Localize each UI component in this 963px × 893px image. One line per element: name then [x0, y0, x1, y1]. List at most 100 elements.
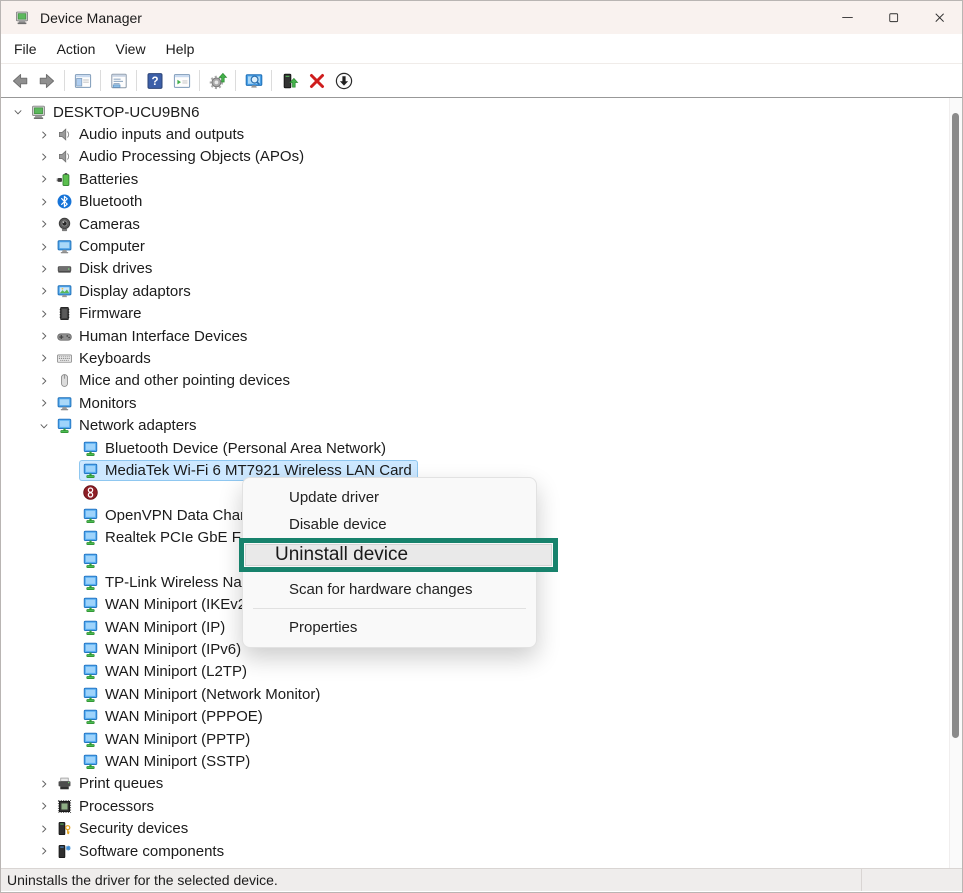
tree-item-computer[interactable]: Computer — [1, 235, 962, 257]
chevron-right-icon[interactable] — [35, 327, 53, 345]
tree-item-label: Firmware — [79, 305, 142, 322]
menubar-item-view[interactable]: View — [105, 37, 155, 61]
tree-item-content: Keyboards — [54, 349, 156, 368]
chevron-right-icon[interactable] — [35, 797, 53, 815]
chevron-placeholder — [61, 529, 79, 547]
tree-item-label: OpenVPN Data Chann — [105, 507, 257, 524]
tree-item-keyboards[interactable]: Keyboards — [1, 347, 962, 369]
tree-item-label: Mice and other pointing devices — [79, 372, 290, 389]
tree-item-wan-miniport-pptp[interactable]: WAN Miniport (PPTP) — [1, 728, 962, 750]
chevron-placeholder — [61, 484, 79, 502]
chevron-right-icon[interactable] — [35, 126, 53, 144]
toolbar-forward-button[interactable] — [33, 67, 60, 94]
menubar-item-help[interactable]: Help — [156, 37, 205, 61]
toolbar-show-console-tree-button[interactable] — [69, 67, 96, 94]
tree-item-content: WAN Miniport (Network Monitor) — [80, 685, 325, 704]
chevron-placeholder — [61, 685, 79, 703]
chevron-right-icon[interactable] — [35, 260, 53, 278]
context-menu-item-uninstall-device[interactable]: Uninstall device — [245, 544, 552, 566]
software-icon — [56, 843, 73, 860]
window-caption-buttons — [824, 1, 962, 34]
toolbar-scan-hardware-changes-button[interactable] — [240, 67, 267, 94]
chevron-right-icon[interactable] — [35, 170, 53, 188]
tree-item-display-adaptors[interactable]: Display adaptors — [1, 280, 962, 302]
tree-item-software-components[interactable]: Software components — [1, 840, 962, 862]
tree-item-content: WAN Miniport (SSTP) — [80, 752, 255, 771]
tree-item-disk-drives[interactable]: Disk drives — [1, 258, 962, 280]
context-menu-item-disable-device[interactable]: Disable device — [243, 511, 536, 538]
tree-item-human-interface-devices[interactable]: Human Interface Devices — [1, 325, 962, 347]
tree-item-network-adapters[interactable]: Network adapters — [1, 414, 962, 436]
chevron-right-icon[interactable] — [35, 238, 53, 256]
chevron-right-icon[interactable] — [35, 394, 53, 412]
tree-item-audio-inputs-and-outputs[interactable]: Audio inputs and outputs — [1, 123, 962, 145]
scrollbar-thumb[interactable] — [952, 113, 959, 738]
tree-item-wan-miniport-sstp[interactable]: WAN Miniport (SSTP) — [1, 750, 962, 772]
chevron-down-icon[interactable] — [9, 103, 27, 121]
tree-item-bluetooth-device-personal-area-network[interactable]: Bluetooth Device (Personal Area Network) — [1, 437, 962, 459]
tree-item-wan-miniport-pppoe[interactable]: WAN Miniport (PPPOE) — [1, 706, 962, 728]
tree-item-mice-and-other-pointing-devices[interactable]: Mice and other pointing devices — [1, 370, 962, 392]
tree-item-content — [80, 551, 110, 570]
tree-item-label: Computer — [79, 238, 145, 255]
chevron-right-icon[interactable] — [35, 349, 53, 367]
tree-item-wan-miniport-network-monitor[interactable]: WAN Miniport (Network Monitor) — [1, 683, 962, 705]
tree-item-monitors[interactable]: Monitors — [1, 392, 962, 414]
tree-item-label: WAN Miniport (PPTP) — [105, 731, 250, 748]
context-menu-item-scan-for-hardware-changes[interactable]: Scan for hardware changes — [243, 576, 536, 603]
toolbar-update-driver-button[interactable] — [204, 67, 231, 94]
vertical-scrollbar[interactable] — [949, 98, 962, 868]
context-menu: Update driverDisable deviceUninstall dev… — [242, 477, 537, 648]
minimize-button[interactable] — [824, 1, 870, 34]
close-button[interactable] — [916, 1, 962, 34]
tree-item-content: WAN Miniport (L2TP) — [80, 662, 252, 681]
chevron-down-icon[interactable] — [35, 417, 53, 435]
tree-item-content: Print queues — [54, 774, 168, 793]
chevron-right-icon[interactable] — [35, 193, 53, 211]
tree-item-desktop-ucu9bn6[interactable]: DESKTOP-UCU9BN6 — [1, 101, 962, 123]
chevron-right-icon[interactable] — [35, 305, 53, 323]
tree-item-security-devices[interactable]: Security devices — [1, 818, 962, 840]
tree-item-batteries[interactable]: Batteries — [1, 168, 962, 190]
chevron-right-icon[interactable] — [35, 820, 53, 838]
chevron-right-icon[interactable] — [35, 215, 53, 233]
tree-item-content: WAN Miniport (IP) — [80, 618, 230, 637]
tree-item-processors[interactable]: Processors — [1, 795, 962, 817]
chev-down-icon — [38, 420, 50, 432]
tree-item-wan-miniport-l2tp[interactable]: WAN Miniport (L2TP) — [1, 661, 962, 683]
chevron-right-icon[interactable] — [35, 148, 53, 166]
maximize-icon — [886, 10, 901, 25]
chevron-right-icon[interactable] — [35, 842, 53, 860]
toolbar-help-button[interactable] — [141, 67, 168, 94]
network-adapter-icon — [82, 596, 99, 613]
chevron-right-icon[interactable] — [35, 775, 53, 793]
tree-item-label: Cameras — [79, 216, 140, 233]
chevron-placeholder — [61, 730, 79, 748]
toolbar-show-action-pane-button[interactable] — [168, 67, 195, 94]
tree-item-audio-processing-objects-apos[interactable]: Audio Processing Objects (APOs) — [1, 146, 962, 168]
maximize-button[interactable] — [870, 1, 916, 34]
speaker-icon — [56, 148, 73, 165]
tree-item-print-queues[interactable]: Print queues — [1, 773, 962, 795]
toolbar-update-driver-software-button[interactable] — [276, 67, 303, 94]
menubar-item-file[interactable]: File — [4, 37, 47, 61]
scan-computer-icon — [244, 71, 264, 91]
menubar-item-action[interactable]: Action — [47, 37, 106, 61]
context-menu-item-properties[interactable]: Properties — [243, 614, 536, 641]
tree-item-firmware[interactable]: Firmware — [1, 303, 962, 325]
chevron-right-icon[interactable] — [35, 372, 53, 390]
bluetooth-icon — [56, 193, 73, 210]
network-adapter-icon — [82, 574, 99, 591]
chevron-right-icon[interactable] — [35, 282, 53, 300]
toolbar-uninstall-device-button[interactable] — [303, 67, 330, 94]
toolbar-separator — [64, 70, 65, 91]
tree-item-bluetooth[interactable]: Bluetooth — [1, 191, 962, 213]
toolbar-properties-pane-button[interactable] — [105, 67, 132, 94]
tree-item-cameras[interactable]: Cameras — [1, 213, 962, 235]
toolbar-separator — [199, 70, 200, 91]
toolbar-disable-device-button[interactable] — [330, 67, 357, 94]
toolbar-back-button[interactable] — [6, 67, 33, 94]
context-menu-item-update-driver[interactable]: Update driver — [243, 484, 536, 511]
tree-item-label: Audio inputs and outputs — [79, 126, 244, 143]
disk-icon — [56, 260, 73, 277]
